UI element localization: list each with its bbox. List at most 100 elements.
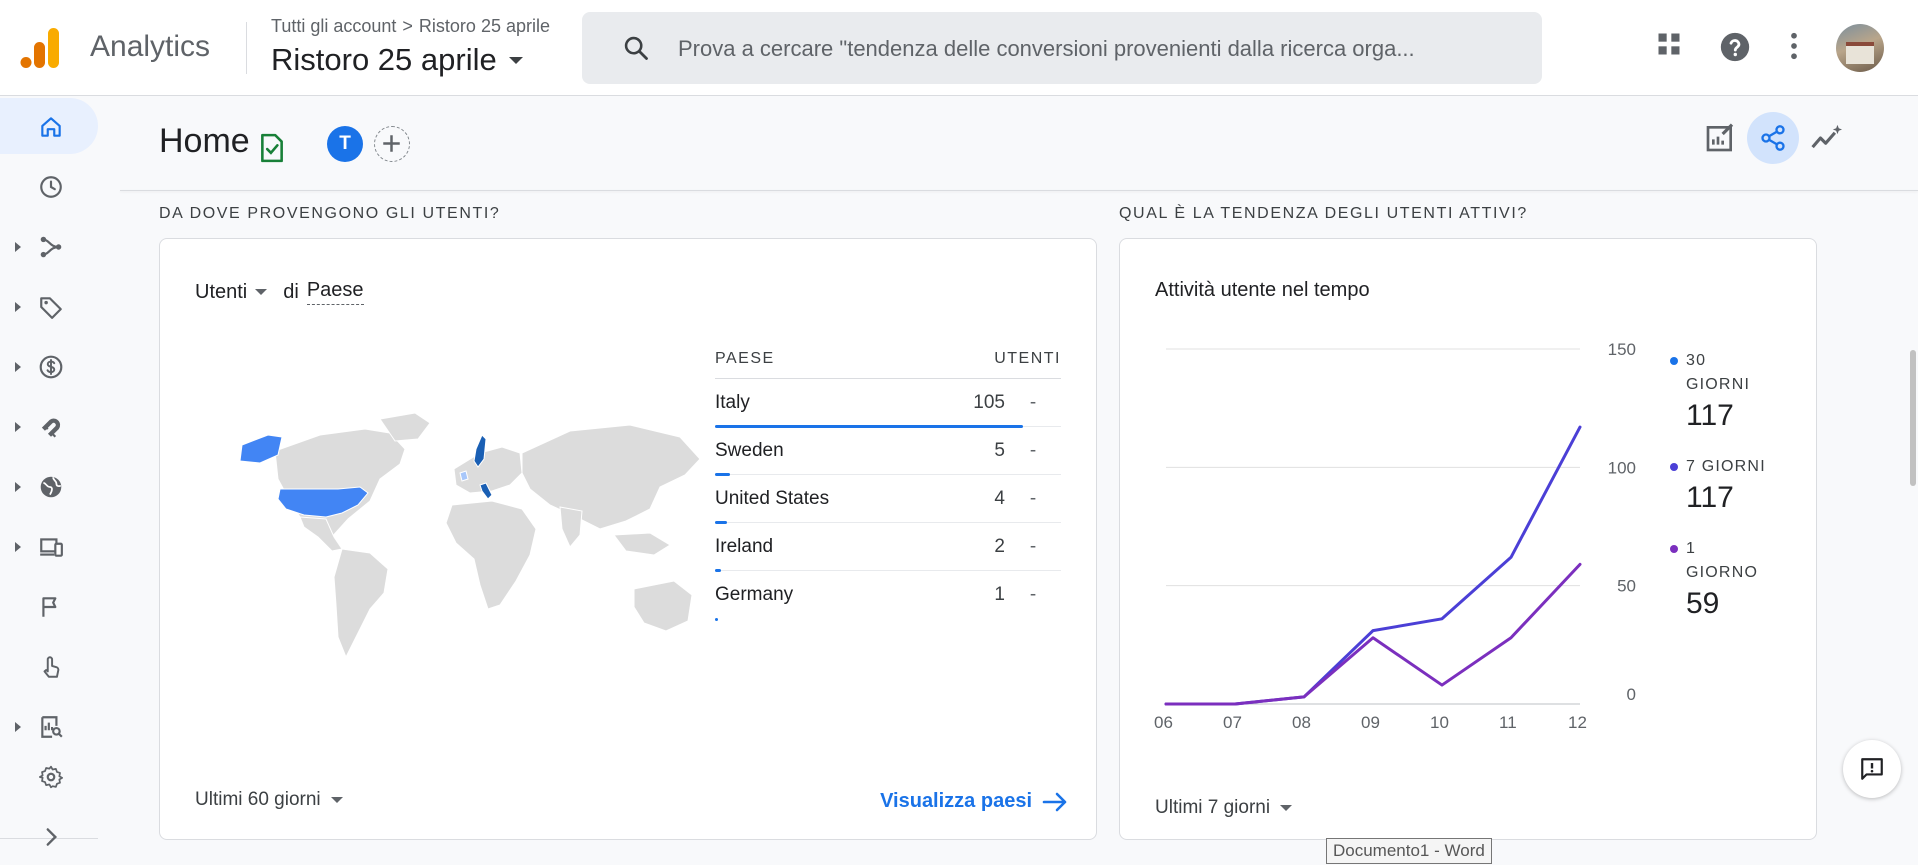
legend-value: 59 [1686,587,1720,620]
x-tick-label: 11 [1499,713,1517,729]
map-land-australia [633,580,693,632]
table-row[interactable]: Germany 1 - [715,571,1061,621]
apps-grid-icon[interactable] [1655,30,1683,58]
change-value: - [1029,487,1037,509]
sidebar-item-monetization[interactable] [0,338,98,394]
legend-label-row: 1 GIORNO [1670,537,1810,585]
share-icon [1761,125,1785,151]
insights-icon[interactable] [1810,122,1844,154]
map-land-sea [613,532,671,556]
add-comparison-button[interactable] [374,126,410,162]
sidebar-item-lifecycle[interactable] [0,218,98,274]
col-users: UTENTI [994,349,1061,367]
more-vert-icon[interactable] [1780,30,1808,62]
expand-arrow-icon [15,482,21,492]
touch-icon [43,656,60,678]
legend-label: 7 GIORNI [1686,458,1766,475]
avatar[interactable] [1836,24,1884,72]
magnet-icon [41,418,61,438]
dimension-selector[interactable]: Paese [306,279,364,305]
active-users-line-chart: 05010015006giu070809101112 [1154,340,1636,729]
date-range-selector-7[interactable]: Ultimi 7 giorni [1155,797,1293,819]
sidebar [0,96,98,865]
table-row[interactable]: Sweden 5 - [715,427,1061,476]
table-row[interactable]: Italy 105 - [715,379,1061,428]
sidebar-item-admin[interactable] [0,748,98,804]
page-title: Home [159,122,250,160]
country-name: Germany [715,584,794,605]
legend-item: 30 GIORNI 117 [1670,349,1810,433]
date-range-selector-60[interactable]: Ultimi 60 giorni [195,789,343,811]
expand-arrow-icon [15,542,21,552]
metric-selector: Utenti di Paese [195,279,364,305]
flow-icon [40,236,62,258]
legend-label: 1 GIORNO [1686,540,1759,581]
user-badge[interactable]: T [327,126,363,162]
table-row[interactable]: United States 4 - [715,475,1061,524]
help-icon[interactable] [1718,30,1752,64]
sidebar-item-recent[interactable] [0,158,98,214]
sidebar-item-explore[interactable] [0,698,98,754]
verified-report-icon[interactable] [259,133,285,163]
map-country-ireland [459,470,469,482]
tag-icon [40,297,62,319]
users-by-country-card: Utenti di Paese PAESE UTENTI Italy 105 - [159,238,1097,840]
x-tick-label: 10 [1430,713,1449,729]
share-bar [715,618,718,621]
users-value: 5 [994,439,1005,461]
sidebar-expand-button[interactable] [0,808,98,864]
map-land-india [559,506,583,548]
country-name: Italy [715,391,750,413]
edit-report-icon[interactable] [1704,122,1736,154]
top-app-bar: Analytics Tutti gli account > Ristoro 25… [0,0,1918,96]
feedback-button[interactable] [1843,740,1901,798]
breadcrumb-root[interactable]: Tutti gli account [271,16,396,37]
y-tick-label: 100 [1608,458,1636,477]
legend-label-row: 7 GIORNI [1670,455,1810,479]
sidebar-item-technology[interactable] [0,518,98,574]
header-divider [120,190,1918,191]
legend-item: 7 GIORNI 117 [1670,455,1810,515]
change-value: - [1029,584,1037,605]
property-selector[interactable]: Ristoro 25 aprile [271,42,523,78]
expand-arrow-icon [15,422,21,432]
share-button[interactable] [1747,112,1799,164]
metric-label: Utenti [195,280,248,303]
change-value: - [1029,391,1037,413]
y-tick-label: 50 [1617,577,1636,596]
legend-value: 117 [1686,481,1734,514]
country-name: United States [715,487,830,509]
legend-value: 117 [1686,399,1734,432]
sidebar-item-acquisition[interactable] [0,278,98,334]
legend-dot [1670,463,1678,471]
view-countries-label: Visualizza paesi [880,790,1032,812]
expand-arrow-icon [15,362,21,372]
page-scrollbar[interactable] [1910,350,1916,486]
view-countries-link[interactable]: Visualizza paesi [880,790,1068,813]
map-land-africa [445,500,537,610]
active-users-trend-card: Attività utente nel tempo 05010015006giu… [1119,238,1817,840]
breadcrumb-leaf[interactable]: Ristoro 25 aprile [419,16,550,37]
search-icon [624,36,648,60]
sidebar-item-home[interactable] [0,98,98,154]
analytics-logo-icon[interactable] [20,26,62,70]
search-bar[interactable]: Prova a cercare "tendenza delle conversi… [582,12,1542,84]
legend-dot [1670,545,1678,553]
search-input[interactable]: Prova a cercare "tendenza delle conversi… [678,36,1518,62]
chevron-down-icon [1280,805,1293,811]
breadcrumb[interactable]: Tutti gli account > Ristoro 25 aprile [271,16,550,37]
sidebar-item-engagement[interactable] [0,638,98,694]
sidebar-item-retention[interactable] [0,398,98,454]
sidebar-item-events[interactable] [0,578,98,634]
sidebar-item-demographics[interactable] [0,458,98,514]
devices-icon [40,538,63,557]
legend-dot [1670,357,1678,365]
brand-name: Analytics [90,30,211,63]
metric-dropdown[interactable]: Utenti [195,280,268,304]
y-tick-label: 150 [1608,340,1636,359]
table-row[interactable]: Ireland 2 - [715,523,1061,572]
users-value: 2 [994,535,1005,557]
change-value: - [1029,439,1037,461]
globe-icon [40,476,62,498]
expand-arrow-icon [15,302,21,312]
